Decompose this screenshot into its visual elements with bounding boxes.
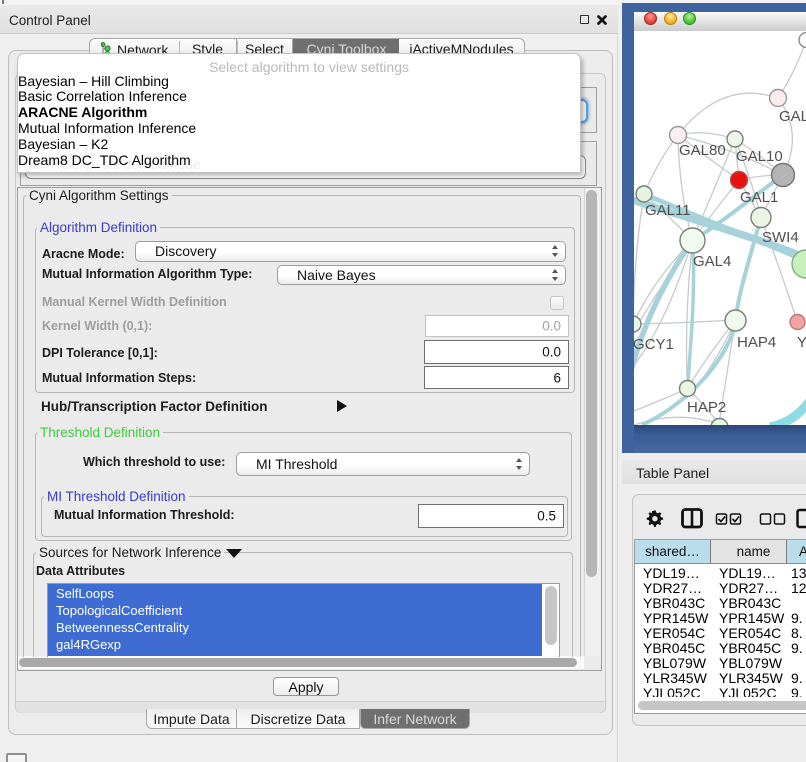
svg-text:GAL4: GAL4 [693,253,731,270]
svg-text:HAP2: HAP2 [687,399,726,416]
svg-text:GAL1: GAL1 [740,189,778,206]
svg-text:GAL10: GAL10 [736,148,783,165]
svg-text:GAL80: GAL80 [679,142,726,159]
svg-text:SWI4: SWI4 [762,229,799,246]
svg-text:GAL11: GAL11 [645,202,691,219]
svg-text:GCY1: GCY1 [634,336,674,353]
svg-text:HAP4: HAP4 [737,334,776,351]
svg-text:GAL7: GAL7 [779,108,806,125]
svg-text:Y: Y [797,334,806,351]
